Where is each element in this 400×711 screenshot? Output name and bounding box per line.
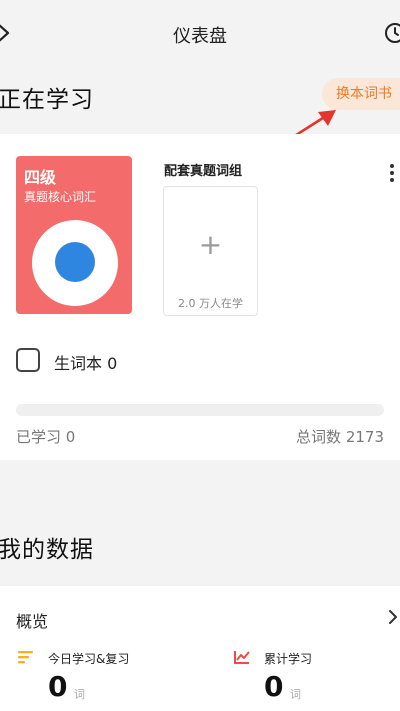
today-study-value: 0 <box>48 670 68 703</box>
learning-progress-bar <box>16 404 384 416</box>
page-title: 仪表盘 <box>173 26 227 47</box>
today-study-unit: 词 <box>74 688 85 701</box>
book-cover-graphic <box>32 220 118 306</box>
cumulative-study-label: 累计学习 <box>264 652 313 666</box>
learning-card: 四级 真题核心词汇 配套真题词组 + 2.0 万人在学 生词本 0 已学习 0 … <box>0 134 400 460</box>
data-overview-card: 概览 今日学习&复习 0 词 累计学习 0 词 <box>0 586 400 711</box>
book-cover[interactable]: 四级 真题核心词汇 <box>16 156 132 314</box>
add-word-group-button[interactable]: + 2.0 万人在学 <box>163 186 258 316</box>
cumulative-study-unit: 词 <box>290 688 301 701</box>
word-group-title: 配套真题词组 <box>164 164 243 179</box>
more-options-icon[interactable] <box>388 164 396 186</box>
my-data-section-title: 我的数据 <box>0 537 94 563</box>
overview-title[interactable]: 概览 <box>16 608 48 632</box>
today-study-label: 今日学习&复习 <box>48 652 130 666</box>
plus-icon: + <box>198 228 223 261</box>
learning-section-title: 正在学习 <box>0 87 94 113</box>
chevron-right-icon[interactable] <box>386 608 400 626</box>
cumulative-study-value: 0 <box>264 670 284 703</box>
total-word-count: 总词数 2173 <box>296 428 384 446</box>
learned-count: 已学习 0 <box>16 428 76 446</box>
book-level: 四级 <box>24 168 57 187</box>
top-bar: 仪表盘 <box>0 0 400 66</box>
new-words-checkbox[interactable] <box>16 348 40 372</box>
book-subtitle: 真题核心词汇 <box>24 190 97 204</box>
word-group-learners: 2.0 万人在学 <box>178 297 243 310</box>
bars-icon <box>18 651 33 664</box>
book-cover-dot <box>55 242 95 282</box>
clock-icon[interactable] <box>384 22 400 44</box>
line-chart-icon <box>234 651 250 664</box>
new-words-label: 生词本 0 <box>54 354 118 373</box>
